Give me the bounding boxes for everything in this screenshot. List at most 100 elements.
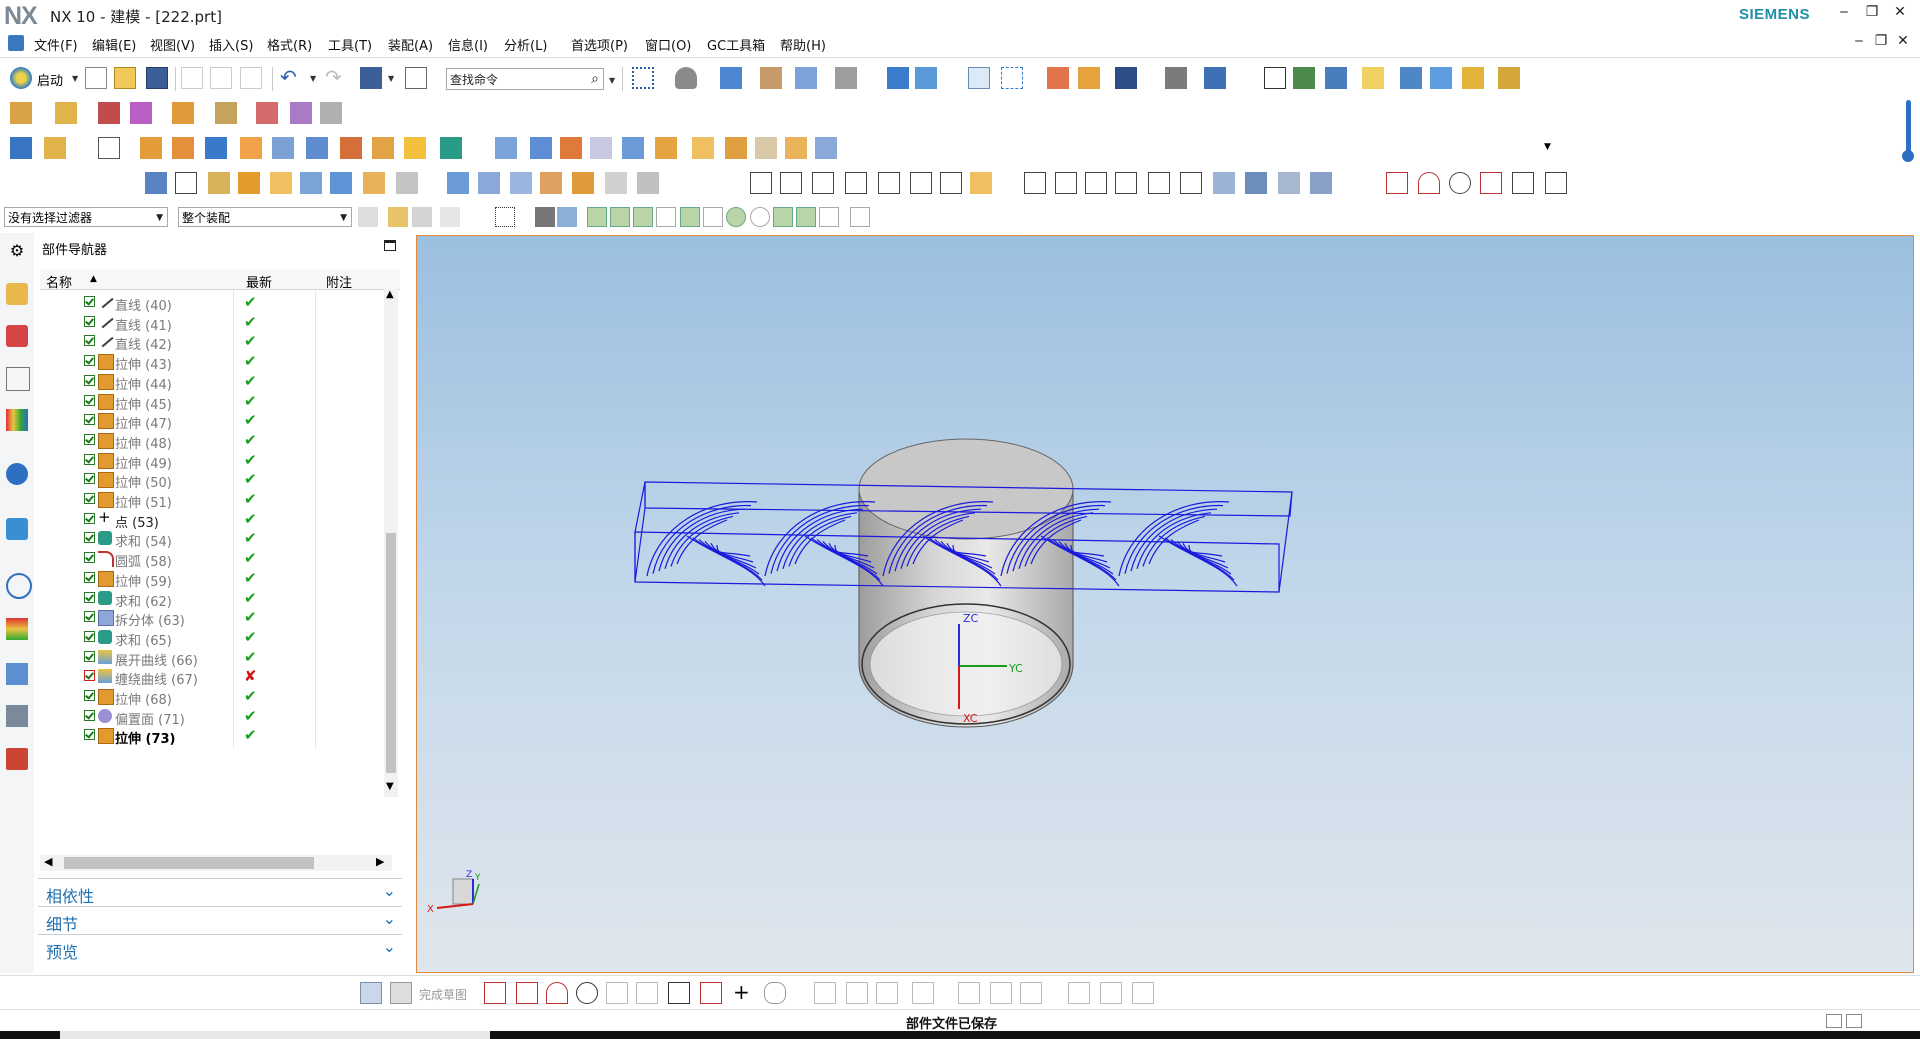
intersection-snap-icon[interactable] xyxy=(703,207,723,227)
sketch-task-icon[interactable] xyxy=(360,982,382,1004)
new-file-icon[interactable] xyxy=(85,67,107,89)
taskbar-item[interactable] xyxy=(60,1031,490,1039)
menu-format[interactable]: 格式(R) xyxy=(267,35,312,54)
profile-icon[interactable] xyxy=(484,982,506,1004)
tag-icon[interactable] xyxy=(1362,67,1384,89)
point-on-curve-snap-icon[interactable] xyxy=(796,207,816,227)
alternate-solution-icon[interactable] xyxy=(1100,982,1122,1004)
enlarge-icon[interactable] xyxy=(1115,172,1137,194)
column-comment[interactable]: 附注 xyxy=(326,272,352,291)
manufacturing-wizard-icon[interactable] xyxy=(6,705,28,727)
make-corner-icon[interactable] xyxy=(876,982,898,1004)
smooth-pole-icon[interactable] xyxy=(1245,172,1267,194)
menu-help[interactable]: 帮助(H) xyxy=(780,35,826,54)
close-button[interactable]: ✕ xyxy=(1889,4,1911,24)
doc-close-button[interactable]: ✕ xyxy=(1892,33,1914,53)
web-browser-icon[interactable] xyxy=(6,518,28,540)
fit-view-icon[interactable] xyxy=(632,67,654,89)
visibility-checkbox[interactable] xyxy=(84,335,95,347)
face-select-icon[interactable] xyxy=(557,207,577,227)
scroll-left-icon[interactable]: ◀ xyxy=(44,855,52,868)
text-curve-icon[interactable] xyxy=(396,172,418,194)
sketch-icon[interactable] xyxy=(10,137,32,159)
rectangle-select-icon[interactable] xyxy=(495,207,515,227)
scope-select[interactable]: 整个装配 ▼ xyxy=(178,207,352,227)
face-blend-icon[interactable] xyxy=(785,137,807,159)
edit-object-display-icon[interactable] xyxy=(405,67,427,89)
command-search-input[interactable]: 查找命令 ⌕ xyxy=(446,68,604,90)
visibility-checkbox[interactable] xyxy=(84,552,95,564)
chamfer-curve-icon[interactable] xyxy=(878,172,900,194)
visibility-checkbox[interactable] xyxy=(84,729,95,741)
column-name[interactable]: 名称 xyxy=(46,272,72,291)
save-as-icon[interactable] xyxy=(360,67,382,89)
visibility-checkbox[interactable] xyxy=(84,296,95,307)
quick-extend-icon[interactable] xyxy=(846,982,868,1004)
restore-button[interactable]: ❐ xyxy=(1861,4,1883,24)
arc-3point-icon[interactable] xyxy=(1418,172,1440,194)
rectangle-icon[interactable] xyxy=(1512,172,1534,194)
shell-icon[interactable] xyxy=(655,137,677,159)
midpoint-snap-icon[interactable] xyxy=(633,207,653,227)
pattern-component-icon[interactable] xyxy=(172,102,194,124)
show-constraints-icon[interactable] xyxy=(990,982,1012,1004)
menu-preferences[interactable]: 首选项(P) xyxy=(571,35,628,54)
patch-icon[interactable] xyxy=(637,172,659,194)
endpoint-snap-icon[interactable] xyxy=(610,207,630,227)
menu-file[interactable]: 文件(F) xyxy=(34,35,78,54)
chevron-down-icon[interactable]: ▼ xyxy=(388,74,394,83)
visibility-checkbox[interactable] xyxy=(84,670,95,682)
ruler-icon[interactable] xyxy=(1204,67,1226,89)
menu-view[interactable]: 视图(V) xyxy=(150,35,195,54)
type-filter-select[interactable]: 没有选择过滤器 ▼ xyxy=(4,207,168,227)
sketch-settings-icon[interactable] xyxy=(1132,982,1154,1004)
horizontal-scroll-thumb[interactable] xyxy=(64,857,314,869)
mesh-surface-icon[interactable] xyxy=(478,172,500,194)
cut-icon[interactable] xyxy=(181,67,203,89)
snap-point-toggle-icon[interactable] xyxy=(587,207,607,227)
mirror-assembly-icon[interactable] xyxy=(215,102,237,124)
block-icon[interactable] xyxy=(98,137,120,159)
convert-reference-icon[interactable] xyxy=(1068,982,1090,1004)
wrap-curve-icon[interactable] xyxy=(330,172,352,194)
menu-info[interactable]: 信息(I) xyxy=(448,35,488,54)
ruled-icon[interactable] xyxy=(540,172,562,194)
add-component-icon[interactable] xyxy=(10,102,32,124)
visibility-checkbox[interactable] xyxy=(84,453,95,465)
sketch-rectangle-icon[interactable] xyxy=(668,982,690,1004)
rib-icon[interactable] xyxy=(340,137,362,159)
visibility-checkbox[interactable] xyxy=(84,315,95,327)
pad-icon[interactable] xyxy=(306,137,328,159)
edge-blend-icon[interactable] xyxy=(755,137,777,159)
subtract-icon[interactable] xyxy=(495,137,517,159)
visibility-checkbox[interactable] xyxy=(84,630,95,642)
visibility-checkbox[interactable] xyxy=(84,709,95,721)
graphics-window[interactable]: ZC YC XC X Y Z xyxy=(416,235,1914,973)
circle-icon[interactable] xyxy=(1449,172,1471,194)
visibility-checkbox[interactable] xyxy=(84,473,95,485)
wave-icon[interactable] xyxy=(320,102,342,124)
sketch-offset-icon[interactable] xyxy=(764,982,786,1004)
pattern-icon[interactable] xyxy=(404,137,426,159)
doc-restore-button[interactable]: ❐ xyxy=(1870,33,1892,53)
draft-icon[interactable] xyxy=(692,137,714,159)
new-component-icon[interactable] xyxy=(55,102,77,124)
shaded-view-icon[interactable] xyxy=(675,67,697,89)
project-curve-icon[interactable] xyxy=(208,172,230,194)
chevron-down-icon[interactable]: ▼ xyxy=(609,76,615,85)
save-icon[interactable] xyxy=(146,67,168,89)
split-body-icon[interactable] xyxy=(590,137,612,159)
column-up-to-date[interactable]: 最新 xyxy=(246,272,272,291)
details-section[interactable]: 细节 ⌄ xyxy=(38,906,402,934)
control-point-snap-icon[interactable] xyxy=(680,207,700,227)
redo-icon[interactable]: ↷ xyxy=(325,65,342,89)
datum-icon[interactable] xyxy=(44,137,66,159)
menu-insert[interactable]: 插入(S) xyxy=(209,35,253,54)
visibility-checkbox[interactable] xyxy=(84,512,95,524)
sketch-circle-icon[interactable] xyxy=(576,982,598,1004)
sketch-arc-icon[interactable] xyxy=(546,982,568,1004)
finish-sketch-icon[interactable] xyxy=(390,982,412,1004)
app-menu-icon[interactable] xyxy=(8,35,24,51)
trim-curve-icon[interactable] xyxy=(780,172,802,194)
tool-icon[interactable] xyxy=(1400,67,1422,89)
